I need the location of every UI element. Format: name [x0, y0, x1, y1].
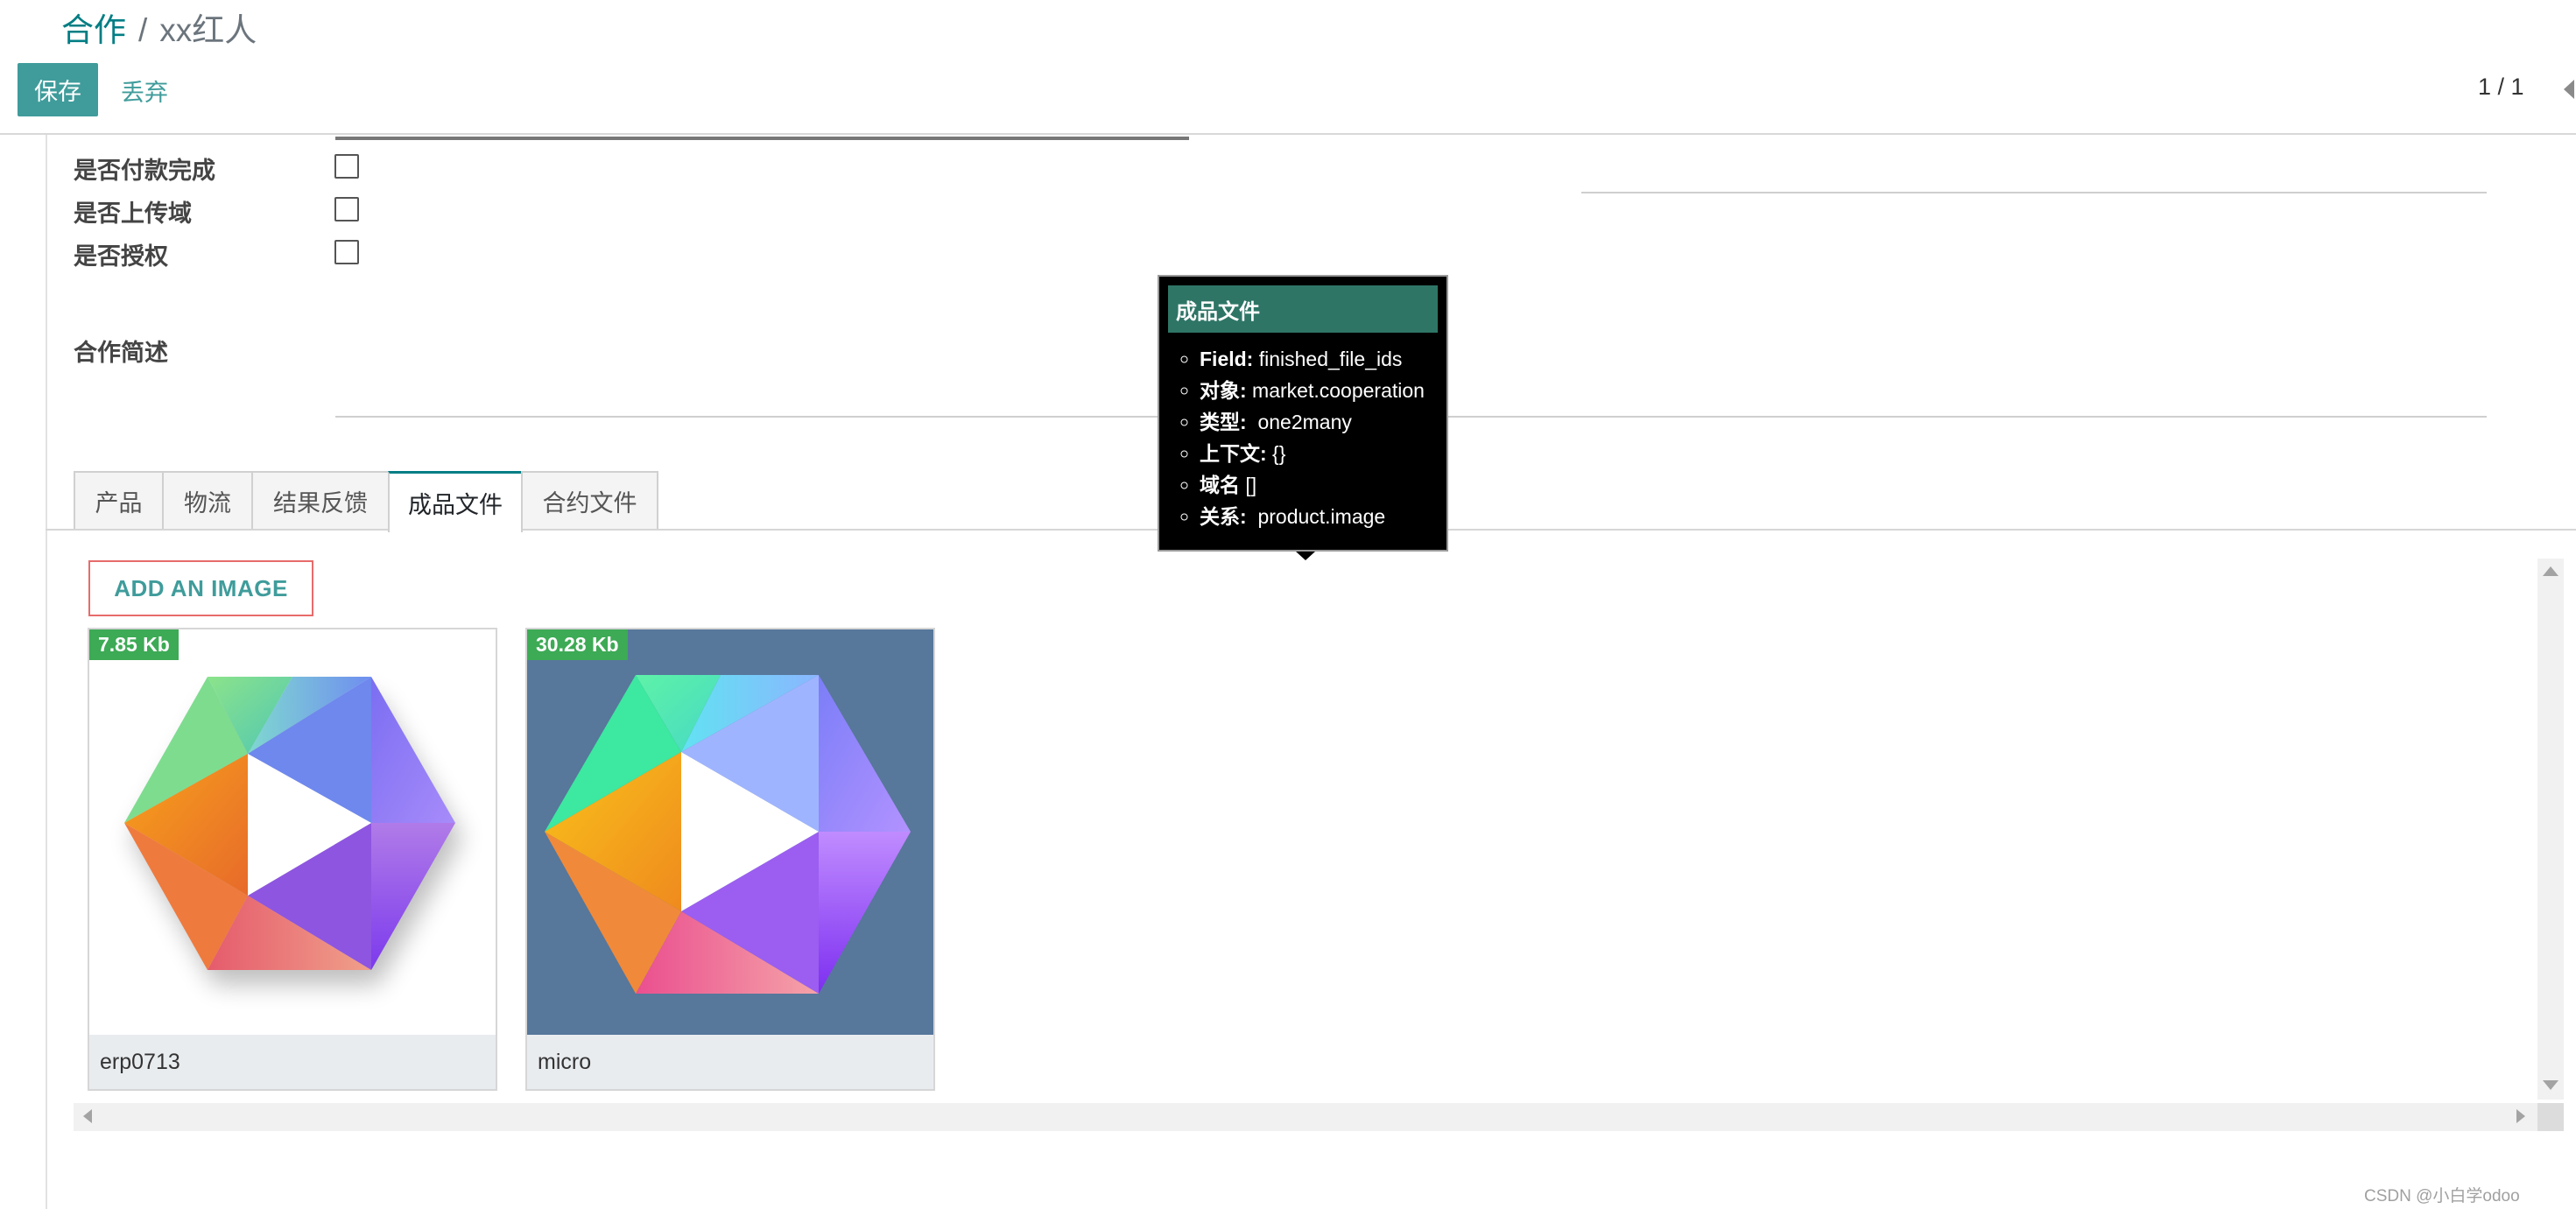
tooltip-title: 成品文件: [1168, 285, 1438, 333]
vertical-scrollbar[interactable]: [2537, 559, 2564, 1100]
scroll-up-icon[interactable]: [2543, 566, 2558, 576]
breadcrumb-separator: /: [138, 12, 148, 48]
breadcrumb-parent-link[interactable]: 合作: [61, 12, 126, 48]
tooltip-row: 上下文: {}: [1200, 438, 1425, 469]
tooltip-key: Field:: [1200, 348, 1254, 370]
tooltip-row: 对象: market.cooperation: [1200, 375, 1425, 406]
scrollbar-corner: [2537, 1103, 2564, 1131]
scroll-left-icon[interactable]: [83, 1109, 92, 1123]
watermark: CSDN @小白学odoo: [2364, 1187, 2520, 1205]
tooltip-key: 关系:: [1200, 505, 1247, 528]
tooltip-value: market.cooperation: [1246, 379, 1425, 402]
tooltip-value: one2many: [1246, 411, 1352, 433]
save-button[interactable]: 保存: [18, 63, 98, 116]
control-panel-divider: [0, 133, 2576, 135]
pager-value[interactable]: 1 / 1: [2478, 74, 2524, 101]
add-image-button[interactable]: ADD AN IMAGE: [88, 560, 313, 616]
discard-button[interactable]: 丢弃: [121, 74, 168, 108]
authorized-checkbox[interactable]: [334, 240, 359, 264]
field-underline: [335, 137, 1189, 140]
tooltip-key: 上下文:: [1200, 442, 1267, 465]
image-card[interactable]: 30.28 Kb micro: [525, 628, 935, 1091]
image-thumbnail: [89, 629, 496, 1035]
sheet-left-border: [46, 135, 47, 1209]
tooltip-value: finished_file_ids: [1253, 348, 1403, 370]
breadcrumb: 合作 / xx红人: [61, 4, 257, 51]
tooltip-row: 域名 []: [1200, 469, 1425, 501]
hexagon-play-logo-icon: [124, 677, 462, 985]
pager-previous-icon[interactable]: [2564, 80, 2574, 99]
tab-finished-files[interactable]: 成品文件: [388, 471, 523, 532]
hexagon-play-logo-icon: [545, 675, 911, 994]
uploaded-label: 是否上传域: [74, 200, 192, 227]
image-card[interactable]: 7.85 Kb erp0713: [88, 628, 497, 1091]
scroll-down-icon[interactable]: [2543, 1080, 2558, 1090]
tab-feedback[interactable]: 结果反馈: [251, 471, 390, 529]
tooltip-arrow-icon: [1296, 552, 1315, 560]
tooltip-value: {}: [1266, 442, 1286, 465]
payment-done-checkbox[interactable]: [334, 154, 359, 179]
payment-done-label: 是否付款完成: [74, 158, 215, 184]
field-tooltip: 成品文件 Field: finished_file_ids 对象: market…: [1158, 275, 1448, 552]
tab-contract-files[interactable]: 合约文件: [521, 471, 658, 529]
uploaded-checkbox[interactable]: [334, 197, 359, 221]
image-name: erp0713: [89, 1035, 496, 1089]
tooltip-row: 类型: one2many: [1200, 406, 1425, 438]
tooltip-value: []: [1240, 474, 1257, 496]
tooltip-key: 类型:: [1200, 411, 1247, 433]
authorized-label: 是否授权: [74, 243, 168, 270]
tooltip-key: 域名: [1200, 474, 1240, 496]
tab-products[interactable]: 产品: [74, 471, 164, 529]
scroll-right-icon[interactable]: [2516, 1109, 2525, 1123]
image-size-badge: 7.85 Kb: [89, 629, 179, 660]
tooltip-row: 关系: product.image: [1200, 501, 1425, 532]
field-underline-right: [1581, 192, 2487, 193]
image-thumbnail: [527, 629, 933, 1035]
tooltip-details: Field: finished_file_ids 对象: market.coop…: [1159, 343, 1425, 532]
tooltip-key: 对象:: [1200, 379, 1247, 402]
horizontal-scrollbar[interactable]: [74, 1103, 2537, 1131]
tab-logistics[interactable]: 物流: [162, 471, 253, 529]
tooltip-row: Field: finished_file_ids: [1200, 343, 1425, 375]
image-name: micro: [527, 1035, 933, 1089]
description-label: 合作简述: [74, 340, 168, 366]
image-size-badge: 30.28 Kb: [527, 629, 628, 660]
breadcrumb-current: xx红人: [159, 12, 257, 48]
tooltip-value: product.image: [1246, 505, 1386, 528]
